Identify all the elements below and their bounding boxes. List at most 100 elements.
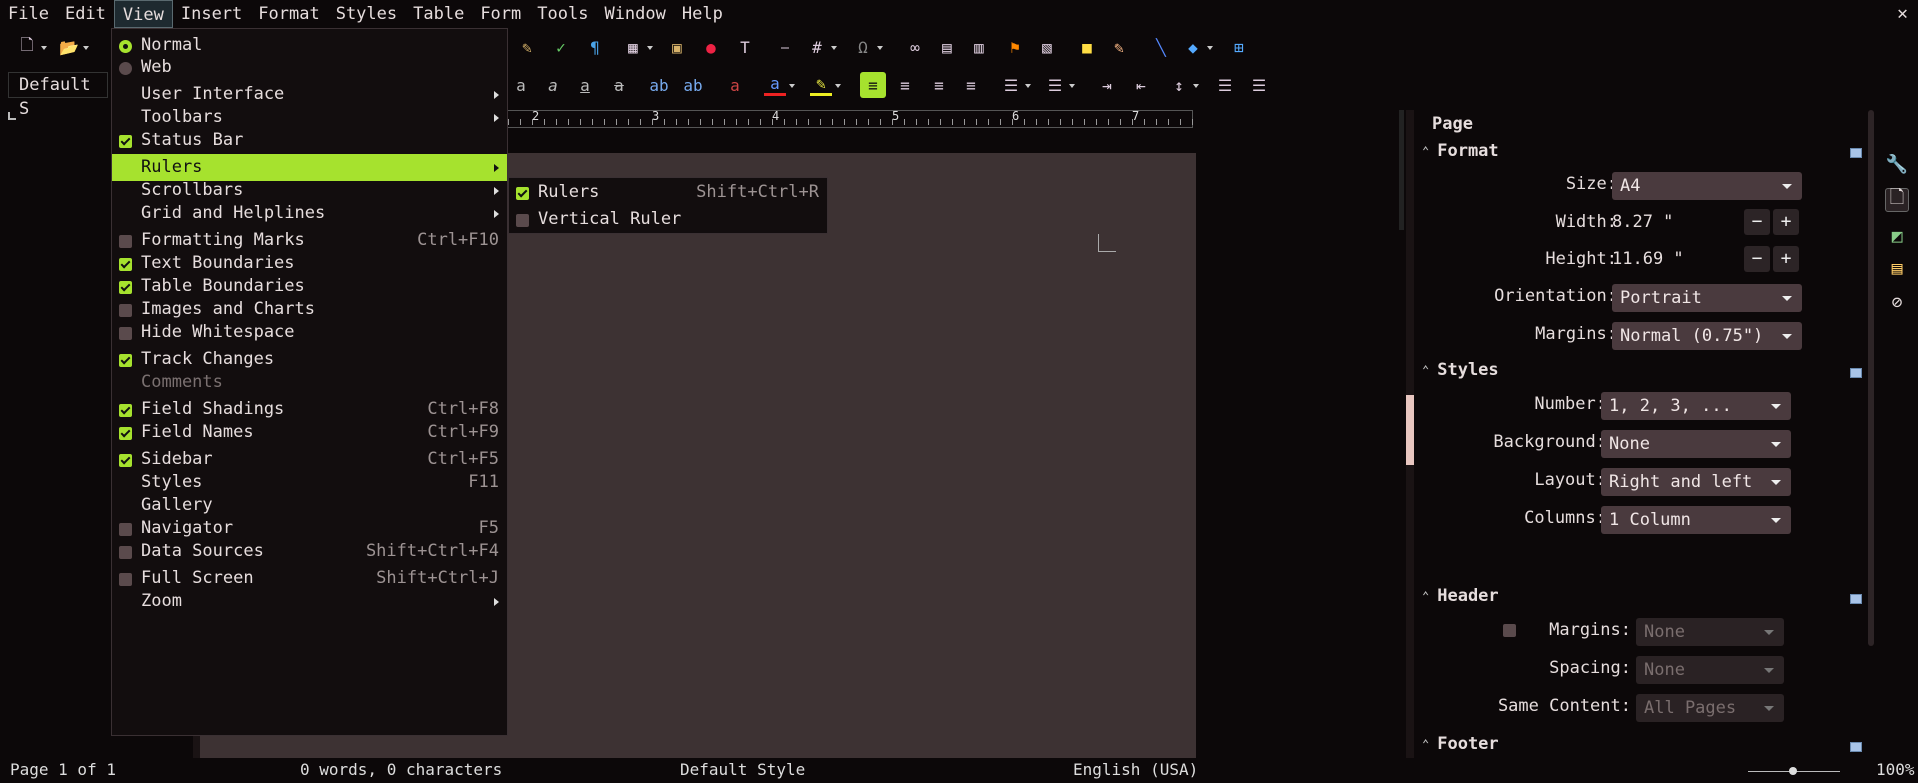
rulers-submenu-item[interactable]: Rulers Shift+Ctrl+R [509, 179, 827, 206]
endnote-icon[interactable]: ▥ [968, 36, 990, 58]
styles-section-header[interactable]: ⌃ Styles [1422, 360, 1499, 380]
tab-stop-icon[interactable] [8, 112, 16, 120]
view-menu-item[interactable]: Web [112, 54, 507, 81]
increase-indent-icon[interactable]: ⇥ [1096, 74, 1118, 96]
columns-dropdown[interactable]: 1 Column [1601, 506, 1791, 534]
menu-table[interactable]: Table [405, 0, 472, 28]
open-folder-icon[interactable]: 📂 [58, 36, 89, 58]
rulers-submenu-item[interactable]: Vertical Ruler [509, 206, 827, 233]
page-deck-icon[interactable]: 🗋 [1885, 187, 1909, 212]
zoom-level[interactable]: 100% [1876, 760, 1915, 779]
align-left-icon[interactable]: ≡ [860, 72, 886, 98]
size-dropdown[interactable]: A4 [1612, 172, 1802, 200]
justify-icon[interactable]: ≡ [960, 74, 982, 96]
close-document-icon[interactable]: ✕ [1897, 0, 1908, 28]
number-dropdown[interactable]: 1, 2, 3, ... [1601, 392, 1791, 420]
styles-deck-icon[interactable]: ◩ [1885, 224, 1909, 248]
header-margins-dropdown[interactable]: None [1636, 618, 1784, 646]
subscript-icon[interactable]: ab [682, 74, 704, 96]
navigator-compass-icon[interactable]: ⊘ [1885, 290, 1909, 314]
line-icon[interactable]: ╲ [1150, 36, 1172, 58]
strikethrough-icon[interactable]: a [608, 74, 630, 96]
ordered-list-icon[interactable]: ☰ [1044, 74, 1075, 96]
vertical-scrollbar[interactable] [1398, 110, 1406, 758]
menu-form[interactable]: Form [472, 0, 529, 28]
same-content-dropdown[interactable]: All Pages [1636, 694, 1784, 722]
orientation-dropdown[interactable]: Portrait [1612, 284, 1802, 312]
sidebar-splitter[interactable] [1406, 110, 1414, 758]
language[interactable]: English (USA) [1073, 760, 1198, 779]
footer-section-header[interactable]: ⌃ Footer [1422, 734, 1499, 754]
spelling-icon[interactable]: ✓ [550, 36, 572, 58]
sidebar-scrollbar[interactable] [1868, 110, 1874, 646]
highlight-color-icon[interactable]: ✎ [810, 74, 841, 96]
align-right-icon[interactable]: ≡ [928, 74, 950, 96]
more-options-icon[interactable] [1850, 148, 1862, 158]
view-menu-item[interactable]: Grid and Helplines [112, 200, 507, 227]
cross-reference-icon[interactable]: ▧ [1036, 36, 1058, 58]
underline-icon[interactable]: a [574, 74, 596, 96]
sidebar-collapse-handle[interactable] [1406, 395, 1414, 465]
header-section-header[interactable]: ⌃ Header [1422, 586, 1499, 606]
menu-edit[interactable]: Edit [57, 0, 114, 28]
font-color-icon[interactable]: a [764, 74, 795, 96]
menu-styles[interactable]: Styles [328, 0, 405, 28]
align-center-icon[interactable]: ≡ [894, 74, 916, 96]
insert-textbox-icon[interactable]: T [734, 36, 756, 58]
insert-image-icon[interactable]: ▣ [666, 36, 688, 58]
line-spacing-icon[interactable]: ↕ [1168, 74, 1199, 96]
bold-icon[interactable]: a [510, 74, 532, 96]
gallery-deck-icon[interactable]: ▤ [1885, 256, 1909, 280]
layout-dropdown[interactable]: Right and left [1601, 468, 1791, 496]
menu-insert[interactable]: Insert [173, 0, 250, 28]
unordered-list-icon[interactable]: ☰ [1000, 74, 1031, 96]
header-spacing-dropdown[interactable]: None [1636, 656, 1784, 684]
menu-tools[interactable]: Tools [529, 0, 596, 28]
page-break-icon[interactable]: ⎯ [774, 36, 796, 58]
comment-icon[interactable]: ■ [1076, 36, 1098, 58]
special-character-icon[interactable]: Ω [852, 36, 883, 58]
italic-icon[interactable]: a [542, 74, 564, 96]
horizontal-ruler[interactable]: 2 3 4 5 6 7 [505, 109, 1193, 128]
width-decrease-button[interactable]: − [1744, 209, 1770, 235]
decrease-paragraph-spacing-icon[interactable]: ☰ [1248, 74, 1270, 96]
view-menu-item[interactable]: Comments [112, 369, 507, 396]
view-menu-item[interactable]: Hide Whitespace [112, 319, 507, 346]
insert-field-icon[interactable]: # [806, 36, 837, 58]
height-decrease-button[interactable]: − [1744, 246, 1770, 272]
zoom-slider-knob[interactable] [1789, 767, 1797, 775]
hyperlink-icon[interactable]: ∞ [904, 36, 926, 58]
decrease-indent-icon[interactable]: ⇤ [1130, 74, 1152, 96]
view-menu-item[interactable]: Zoom [112, 588, 507, 615]
footnote-icon[interactable]: ▤ [936, 36, 958, 58]
draw-functions-icon[interactable]: ⊞ [1228, 36, 1250, 58]
superscript-icon[interactable]: ab [648, 74, 670, 96]
autospellcheck-icon[interactable]: ✎ [516, 36, 538, 58]
format-section-header[interactable]: ⌃ Format [1422, 141, 1499, 161]
background-dropdown[interactable]: None [1601, 430, 1791, 458]
view-menu-item[interactable]: Status Bar [112, 127, 507, 154]
insert-chart-icon[interactable]: ● [700, 36, 722, 58]
menu-view[interactable]: View [113, 0, 173, 28]
width-increase-button[interactable]: + [1773, 209, 1799, 235]
insert-table-icon[interactable]: ▦ [622, 36, 653, 58]
increase-paragraph-spacing-icon[interactable]: ☰ [1214, 74, 1236, 96]
more-options-icon[interactable] [1850, 594, 1862, 604]
properties-wrench-icon[interactable]: 🔧 [1885, 152, 1909, 176]
width-value[interactable]: 8.27 " [1612, 212, 1673, 232]
height-value[interactable]: 11.69 " [1612, 249, 1684, 269]
page-style[interactable]: Default Style [680, 760, 805, 779]
basic-shapes-icon[interactable]: ◆ [1182, 36, 1213, 58]
paragraph-style-field[interactable]: Default S [8, 72, 108, 119]
scrollbar-thumb[interactable] [1399, 110, 1404, 230]
track-changes-icon[interactable]: ✎ [1108, 36, 1130, 58]
word-count[interactable]: 0 words, 0 characters [300, 760, 502, 779]
more-options-icon[interactable] [1850, 742, 1862, 752]
menu-file[interactable]: File [0, 0, 57, 28]
page-count[interactable]: Page 1 of 1 [10, 760, 116, 779]
clear-formatting-icon[interactable]: a [724, 74, 746, 96]
formatting-marks-icon[interactable]: ¶ [584, 36, 606, 58]
view-menu-item[interactable]: Field Names Ctrl+F9 [112, 419, 507, 446]
header-checkbox[interactable] [1503, 624, 1516, 637]
bookmark-icon[interactable]: ⚑ [1004, 36, 1026, 58]
